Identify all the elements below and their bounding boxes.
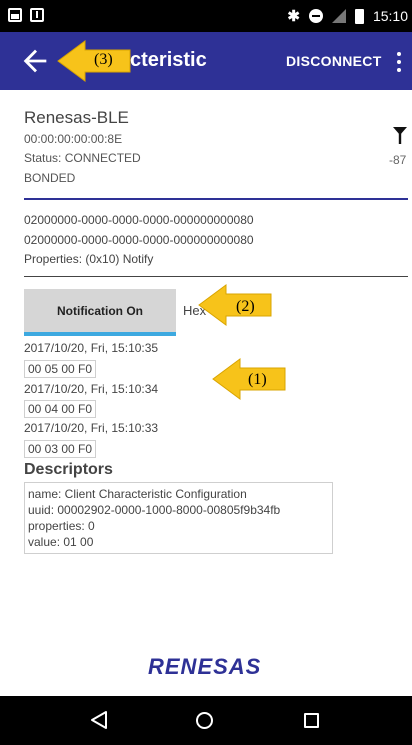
notification-button-underline: [24, 332, 176, 336]
callout-arrow-2-icon: [198, 284, 272, 326]
status-bar-left: [8, 8, 44, 22]
divider: [24, 276, 408, 277]
antenna-icon: [393, 127, 407, 144]
image-icon: [8, 8, 22, 22]
divider: [24, 198, 408, 200]
notification-toggle-button[interactable]: Notification On: [24, 289, 176, 333]
download-icon: [30, 8, 44, 22]
characteristic-properties: Properties: (0x10) Notify: [24, 252, 154, 266]
disconnect-button[interactable]: DISCONNECT: [286, 53, 382, 69]
device-name: Renesas-BLE: [24, 108, 129, 127]
status-bar: ✱ 15:10: [0, 0, 412, 32]
device-address: 00:00:00:00:00:8E: [24, 132, 123, 146]
signal-icon: [331, 9, 346, 23]
device-bond-state: BONDED: [24, 171, 76, 185]
descriptor-uuid: uuid: 00002902-0000-1000-8000-00805f9b34…: [28, 503, 281, 517]
descriptor-value: value: 01 00: [28, 535, 94, 549]
service-uuid: 02000000-0000-0000-0000-000000000080: [24, 213, 254, 227]
navigation-bar: [0, 696, 412, 745]
descriptors-heading: Descriptors: [24, 461, 113, 478]
nav-recents-icon[interactable]: [304, 713, 319, 728]
status-time: 15:10: [372, 8, 408, 24]
overflow-menu-icon[interactable]: [396, 52, 402, 72]
status-bar-right: ✱ 15:10: [287, 7, 408, 25]
back-arrow-icon[interactable]: [18, 44, 52, 78]
log-value: 00 05 00 F0: [24, 360, 97, 378]
bluetooth-icon: ✱: [287, 8, 300, 25]
nav-back-icon[interactable]: [90, 710, 108, 730]
nav-home-icon[interactable]: [196, 712, 213, 729]
device-status: Status: CONNECTED: [24, 151, 141, 165]
callout-label: (2): [236, 298, 255, 315]
log-timestamp: 2017/10/20, Fri, 15:10:34: [24, 382, 159, 396]
descriptor-properties: properties: 0: [28, 519, 95, 533]
callout-label: (3): [94, 51, 113, 68]
log-timestamp: 2017/10/20, Fri, 15:10:33: [24, 421, 159, 435]
descriptor-name: name: Client Characteristic Configuratio…: [28, 487, 247, 501]
callout-label: (1): [248, 371, 267, 388]
do-not-disturb-icon: [308, 9, 323, 23]
page-title: cteristic: [130, 49, 207, 71]
log-timestamp: 2017/10/20, Fri, 15:10:35: [24, 341, 159, 355]
log-value: 00 03 00 F0: [24, 440, 97, 458]
characteristic-uuid: 02000000-0000-0000-0000-000000000080: [24, 233, 254, 247]
descriptor-card: name: Client Characteristic Configuratio…: [24, 482, 333, 554]
battery-icon: [354, 8, 364, 24]
rssi-value: -87: [389, 153, 407, 167]
log-value: 00 04 00 F0: [24, 400, 97, 418]
renesas-logo: RENESAS: [148, 654, 262, 679]
